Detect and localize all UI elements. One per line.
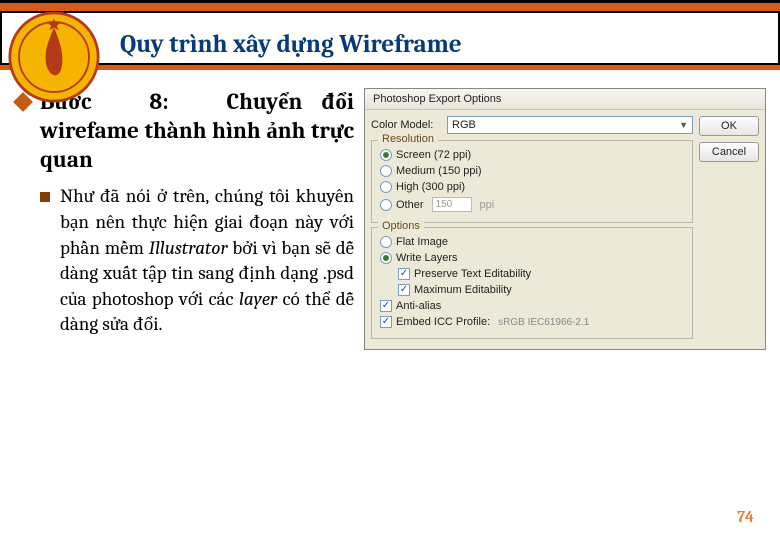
check-preserve-text[interactable]: ✓ [398, 268, 410, 280]
institution-logo [8, 11, 100, 103]
radio-medium[interactable] [380, 165, 392, 177]
check-max-editability[interactable]: ✓ [398, 284, 410, 296]
radio-other[interactable] [380, 199, 392, 211]
ok-button[interactable]: OK [699, 116, 759, 136]
options-group: Options Flat Image Write Layers ✓Preserv… [371, 227, 693, 339]
resolution-legend: Resolution [378, 133, 438, 145]
bullet-paragraph: Như đã nói ở trên, chúng tôi khuyên bạn … [60, 184, 354, 338]
color-model-select[interactable]: RGB ▼ [447, 116, 693, 134]
export-dialog: Photoshop Export Options Color Model: RG… [364, 88, 766, 350]
radio-screen[interactable] [380, 149, 392, 161]
radio-high[interactable] [380, 181, 392, 193]
check-embed-icc[interactable]: ✓ [380, 316, 392, 328]
chevron-down-icon: ▼ [679, 120, 688, 130]
color-model-label: Color Model: [371, 119, 441, 131]
radio-write-layers[interactable] [380, 252, 392, 264]
options-legend: Options [378, 220, 424, 232]
slide-title: Quy trình xây dựng Wireframe [120, 30, 462, 59]
radio-flat[interactable] [380, 236, 392, 248]
page-number: 74 [737, 508, 754, 526]
other-ppi-input[interactable]: 150 [432, 197, 472, 212]
icc-profile-value: sRGB IEC61966-2.1 [498, 317, 589, 328]
square-bullet-icon [40, 192, 50, 202]
resolution-group: Resolution Screen (72 ppi) Medium (150 p… [371, 140, 693, 223]
check-antialias[interactable]: ✓ [380, 300, 392, 312]
dialog-title: Photoshop Export Options [365, 89, 765, 110]
cancel-button[interactable]: Cancel [699, 142, 759, 162]
